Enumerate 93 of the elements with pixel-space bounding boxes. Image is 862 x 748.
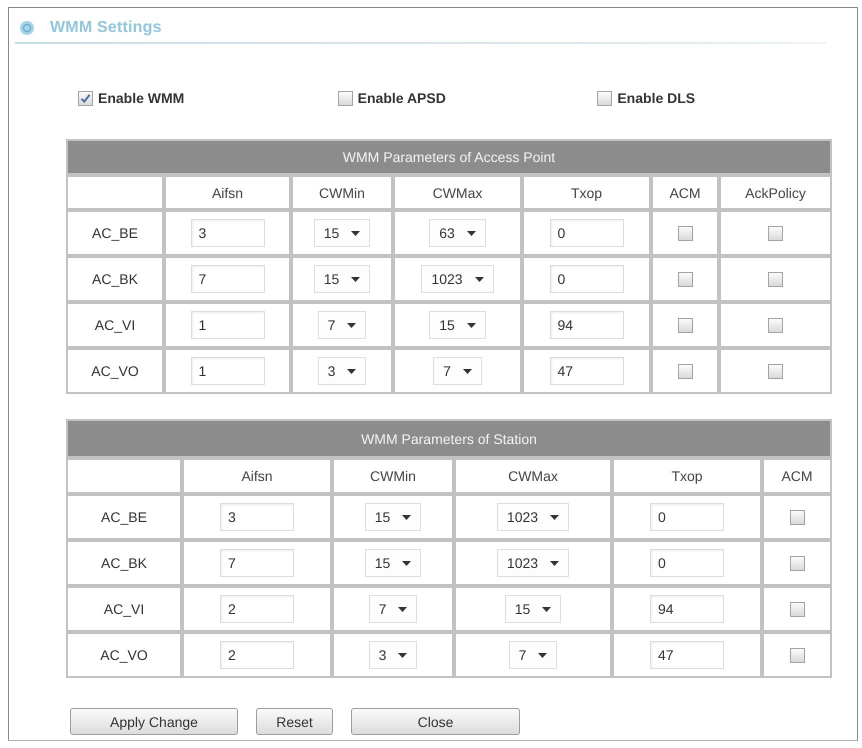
caret-icon <box>402 560 412 566</box>
input-field[interactable]: 7 <box>220 549 294 577</box>
input-field[interactable]: 3 <box>190 219 264 247</box>
checkbox[interactable] <box>790 648 804 662</box>
caret-icon <box>347 322 356 328</box>
dropdown[interactable]: 63 <box>429 219 486 247</box>
checkbox[interactable] <box>768 364 783 378</box>
dropdown[interactable]: 1023 <box>496 549 570 577</box>
tick-icon <box>80 92 91 104</box>
column-header: Aifsn <box>184 460 330 492</box>
dropdown[interactable]: 7 <box>508 641 558 669</box>
checkbox-label: Enable WMM <box>98 90 184 106</box>
action-button[interactable]: Apply Change <box>70 708 238 735</box>
caret-icon <box>542 606 552 612</box>
checkbox[interactable] <box>790 510 804 524</box>
table-cell: AC_VI <box>68 588 180 630</box>
column-header: Aifsn <box>166 177 289 208</box>
input-field[interactable]: 47 <box>550 357 624 385</box>
dropdown[interactable]: 15 <box>364 503 422 531</box>
action-button[interactable]: Reset <box>256 708 333 735</box>
input-field[interactable]: 0 <box>550 219 624 247</box>
input-field[interactable]: 7 <box>190 265 264 293</box>
input-field[interactable]: 2 <box>220 641 294 669</box>
caret-icon <box>466 322 476 328</box>
table-cell: AC_VO <box>68 634 180 676</box>
dropdown[interactable]: 1023 <box>496 503 570 531</box>
bullet-icon <box>20 21 34 35</box>
dropdown[interactable]: 15 <box>364 549 422 577</box>
checkbox[interactable] <box>768 318 783 332</box>
caret-icon <box>466 230 476 236</box>
column-header: AckPolicy <box>721 177 830 208</box>
input-field[interactable]: 0 <box>650 503 724 531</box>
column-header: CWMax <box>395 177 520 208</box>
table-cell: AC_BK <box>68 258 162 300</box>
dropdown[interactable]: 15 <box>429 311 486 339</box>
checkbox[interactable] <box>768 272 783 286</box>
dropdown[interactable]: 7 <box>318 311 366 339</box>
dropdown[interactable]: 15 <box>504 595 562 623</box>
column-header: Txop <box>524 177 649 208</box>
dropdown[interactable]: 3 <box>368 641 418 669</box>
caret-icon <box>351 276 360 282</box>
caret-icon <box>550 514 560 520</box>
checkbox[interactable] <box>597 90 612 106</box>
dropdown[interactable]: 15 <box>314 219 370 247</box>
input-field[interactable]: 0 <box>650 549 724 577</box>
dropdown[interactable]: 1023 <box>421 265 494 293</box>
dropdown[interactable]: 7 <box>368 595 418 623</box>
column-header: CWMin <box>293 177 391 208</box>
input-field[interactable]: 47 <box>650 641 724 669</box>
input-field[interactable]: 94 <box>650 595 724 623</box>
dropdown[interactable]: 3 <box>318 357 366 385</box>
checkbox[interactable] <box>338 90 353 106</box>
caret-icon <box>351 230 360 236</box>
action-button[interactable]: Close <box>351 708 520 735</box>
checkbox[interactable] <box>678 318 692 332</box>
checkbox[interactable] <box>768 226 783 240</box>
checkbox[interactable] <box>78 90 93 106</box>
caret-icon <box>398 652 408 658</box>
caret-icon <box>462 368 472 374</box>
column-header: ACM <box>653 177 717 208</box>
input-field[interactable]: 1 <box>190 311 264 339</box>
table-cell: AC_BK <box>68 542 180 584</box>
checkbox[interactable] <box>678 272 692 286</box>
checkbox-label: Enable DLS <box>617 90 696 106</box>
dropdown[interactable]: 15 <box>314 265 370 293</box>
caret-icon <box>538 652 548 658</box>
table-cell: AC_BE <box>68 496 180 538</box>
input-field[interactable]: 1 <box>190 357 264 385</box>
caret-icon <box>474 276 484 282</box>
column-header: ACM <box>764 460 830 492</box>
caret-icon <box>398 606 408 612</box>
table-cell: AC_VI <box>68 304 162 346</box>
input-field[interactable]: 3 <box>220 503 294 531</box>
input-field[interactable]: 94 <box>550 311 624 339</box>
input-field[interactable]: 0 <box>550 265 624 293</box>
table-cell: AC_VO <box>68 350 162 392</box>
column-header: Txop <box>614 460 760 492</box>
window-title: WMM Settings <box>50 19 162 37</box>
checkbox[interactable] <box>678 364 692 378</box>
checkbox-label: Enable APSD <box>358 90 446 106</box>
table-title: WMM Parameters of Access Point <box>68 141 830 173</box>
table-cell: AC_BE <box>68 212 162 254</box>
caret-icon <box>550 560 560 566</box>
column-header: CWMin <box>334 460 452 492</box>
dropdown[interactable]: 7 <box>433 357 482 385</box>
caret-icon <box>402 514 412 520</box>
checkbox[interactable] <box>790 602 804 616</box>
column-header: CWMax <box>456 460 610 492</box>
table-title: WMM Parameters of Station <box>68 421 830 456</box>
input-field[interactable]: 2 <box>220 595 294 623</box>
checkbox[interactable] <box>678 226 692 240</box>
checkbox[interactable] <box>790 556 804 570</box>
caret-icon <box>347 368 356 374</box>
